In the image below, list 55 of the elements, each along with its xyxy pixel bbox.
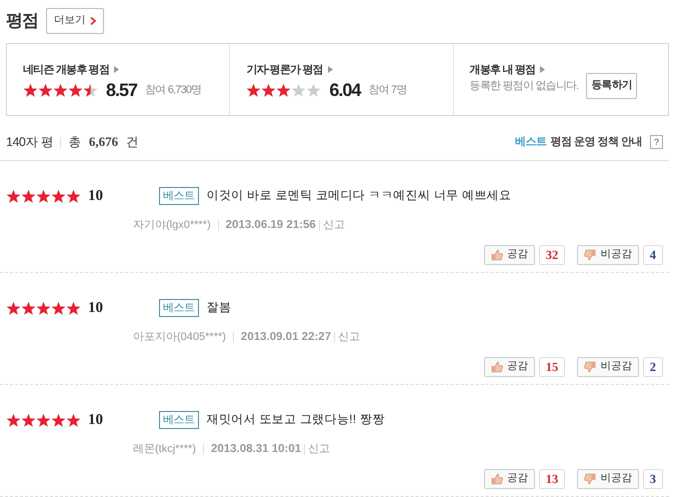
empty-message: 등록한 평점이 없습니다.: [470, 78, 578, 93]
dislike-button[interactable]: 비공감: [577, 357, 639, 377]
author-name: 아포지아(0405****): [133, 330, 226, 345]
thumbs-down-icon: [584, 361, 596, 374]
review-score: 10: [88, 298, 104, 318]
help-button[interactable]: ?: [650, 135, 663, 150]
total-label: 총: [68, 134, 81, 150]
best-badge: 베스트: [159, 299, 198, 318]
score-value: 8.57: [106, 78, 138, 102]
review-date: 2013.06.19 21:56: [226, 218, 316, 233]
section-label: 140자 평: [6, 134, 54, 150]
review-date: 2013.09.01 22:27: [240, 330, 332, 345]
participant-count: 참여 6,730명: [145, 83, 202, 98]
thumbs-down-icon: [584, 249, 596, 262]
like-button[interactable]: 공감: [484, 245, 535, 265]
thumbs-up-icon: [490, 473, 503, 486]
review-text: 잘봄: [206, 300, 232, 316]
best-badge: 베스트: [159, 187, 198, 206]
best-label: 베스트: [514, 134, 546, 150]
like-count: 32: [538, 244, 566, 266]
caret-icon: [328, 66, 333, 74]
review-score: 10: [88, 410, 104, 430]
caret-icon: [114, 66, 120, 74]
review-text: 재밋어서 또보고 그랬다능!! 짱짱: [206, 412, 385, 428]
dislike-count: 2: [642, 356, 663, 378]
thumbs-up-icon: [490, 249, 503, 262]
rating-title[interactable]: 개봉후 내 평점: [470, 62, 536, 77]
policy-link[interactable]: 평점 운영 정책 안내: [550, 134, 642, 150]
caret-icon: [540, 66, 546, 74]
like-button[interactable]: 공감: [484, 469, 535, 489]
dislike-button[interactable]: 비공감: [577, 245, 639, 265]
section-title: 평점: [6, 10, 38, 32]
best-badge: 베스트: [159, 411, 198, 430]
more-button[interactable]: 더보기: [46, 8, 104, 34]
unit-label: 건: [126, 134, 139, 150]
register-button[interactable]: 등록하기: [586, 72, 638, 99]
dislike-count: 3: [642, 468, 663, 490]
rating-title[interactable]: 네티즌 개봉후 평점: [23, 62, 110, 77]
chevron-right-icon: [90, 16, 96, 25]
like-count: 13: [538, 468, 566, 490]
review-date: 2013.08.31 10:01: [210, 442, 302, 457]
like-count: 15: [538, 356, 566, 378]
score-value: 6.04: [329, 78, 360, 102]
dislike-count: 4: [642, 244, 663, 266]
review-score: 10: [88, 186, 104, 206]
like-button[interactable]: 공감: [484, 357, 535, 377]
total-count: 6,676: [88, 134, 118, 151]
author-name: 자기야(lgx0****): [133, 218, 211, 233]
review-text: 이것이 바로 로멘틱 코메디다 ㅋㅋ예진씨 너무 예쁘세요: [206, 188, 512, 204]
rating-title[interactable]: 기자·평론가 평점: [246, 62, 323, 77]
participant-count: 참여 7명: [368, 83, 407, 98]
thumbs-up-icon: [490, 361, 503, 374]
dislike-button[interactable]: 비공감: [577, 469, 639, 489]
thumbs-down-icon: [584, 473, 596, 486]
author-name: 레몬(tkcj****): [133, 442, 196, 457]
